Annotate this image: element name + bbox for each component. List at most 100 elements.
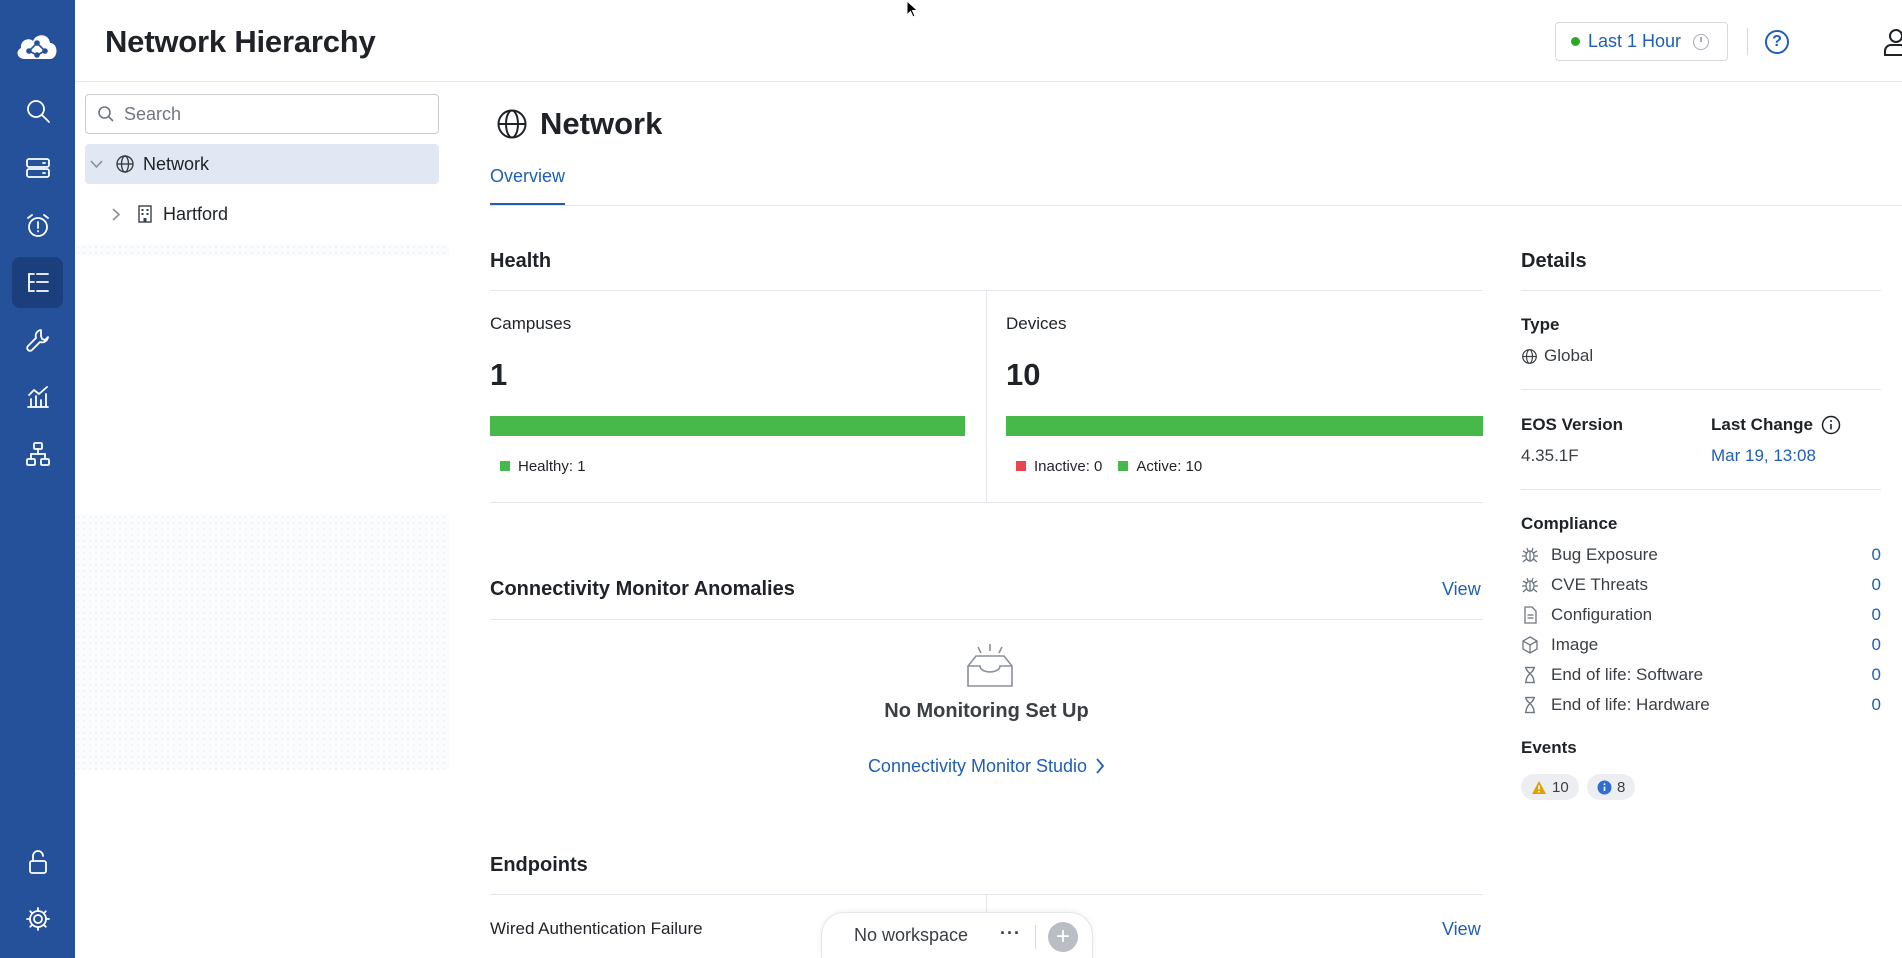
help-icon[interactable]: ? <box>1765 30 1789 54</box>
last-change-link[interactable]: Mar 19, 13:08 <box>1711 446 1816 466</box>
bug-icon <box>1522 577 1538 593</box>
file-icon <box>1524 606 1537 624</box>
devices-icon[interactable] <box>12 142 63 193</box>
legend-swatch <box>1118 461 1129 471</box>
connectivity-view-link[interactable]: View <box>1442 579 1481 600</box>
legend-label: Healthy: 1 <box>518 458 586 475</box>
time-range-label: Last 1 Hour <box>1588 31 1682 51</box>
user-icon[interactable] <box>1883 28 1902 56</box>
type-value-text: Global <box>1544 346 1594 365</box>
campuses-count: 1 <box>490 357 508 392</box>
compliance-label: Image <box>1551 635 1599 654</box>
campuses-bar <box>490 416 965 436</box>
compliance-count[interactable]: 0 <box>1872 605 1881 625</box>
compliance-row-configuration: Configuration 0 <box>1521 602 1881 628</box>
divider <box>490 502 1483 503</box>
hourglass-icon <box>1525 696 1535 714</box>
link-label: Connectivity Monitor Studio <box>867 756 1088 776</box>
endpoints-title: Endpoints <box>490 854 588 876</box>
endpoint-row-label: Wired Authentication Failure <box>490 919 703 938</box>
tree-search-input[interactable] <box>124 103 424 125</box>
workspace-bar: No workspace ··· + <box>821 912 1093 958</box>
logo-icon[interactable] <box>12 26 62 66</box>
chevron-right-icon[interactable] <box>105 207 127 221</box>
compliance-label: CVE Threats <box>1551 575 1649 594</box>
lock-icon[interactable] <box>12 836 63 887</box>
empty-inbox-icon <box>967 644 1013 687</box>
tree-node-network[interactable]: Network <box>85 144 439 184</box>
events-info-count: 8 <box>1617 778 1626 796</box>
gear-icon[interactable] <box>12 893 63 944</box>
divider <box>1521 489 1881 490</box>
compliance-count[interactable]: 0 <box>1872 695 1881 715</box>
clock-icon <box>1693 33 1710 50</box>
divider <box>490 619 1483 620</box>
main-content: Network Overview Health Campuses 1 Healt… <box>449 82 1902 958</box>
divider <box>1521 290 1881 291</box>
type-label: Type <box>1521 315 1560 334</box>
topology-icon[interactable] <box>12 428 63 479</box>
tree-row-pattern <box>75 244 449 256</box>
legend-swatch <box>500 461 510 471</box>
tree-node-label: Hartford <box>163 203 229 224</box>
legend-inactive: Inactive: 0 <box>1016 458 1102 475</box>
tree-node-label: Network <box>143 153 210 174</box>
connectivity-studio-link[interactable]: Connectivity Monitor Studio <box>490 756 1483 777</box>
compliance-label: Bug Exposure <box>1551 545 1658 564</box>
chevron-down-icon[interactable] <box>85 159 107 169</box>
empty-state-title: No Monitoring Set Up <box>884 700 1089 722</box>
entity-title-text: Network <box>540 106 663 141</box>
globe-icon <box>116 155 134 173</box>
search-icon[interactable] <box>12 85 63 136</box>
type-value: Global <box>1521 346 1593 366</box>
entity-title: Network <box>496 106 662 142</box>
wrench-icon[interactable] <box>12 314 63 365</box>
compliance-count[interactable]: 0 <box>1872 635 1881 655</box>
top-header: Network Hierarchy Last 1 Hour ? arista <box>75 0 1902 82</box>
bug-icon <box>1522 547 1538 563</box>
tab-overview[interactable]: Overview <box>490 164 566 206</box>
hierarchy-tree-panel: Network Hartford <box>75 82 449 958</box>
compliance-row-eol-hardware: End of life: Hardware 0 <box>1521 692 1881 718</box>
live-status-dot <box>1571 37 1580 46</box>
compliance-row-eol-software: End of life: Software 0 <box>1521 662 1881 688</box>
devices-label: Devices <box>1006 314 1067 333</box>
devices-bar <box>1006 416 1483 436</box>
compliance-count[interactable]: 0 <box>1872 545 1881 565</box>
header-divider <box>1747 28 1748 55</box>
globe-icon <box>1522 348 1537 364</box>
compliance-label: End of life: Software <box>1551 665 1704 684</box>
info-icon[interactable] <box>1821 415 1841 435</box>
events-warning-count: 10 <box>1552 778 1569 796</box>
legend-healthy: Healthy: 1 <box>500 458 586 475</box>
events-info-badge[interactable]: 8 <box>1587 774 1636 800</box>
events-warning-badge[interactable]: 10 <box>1521 774 1579 800</box>
tree-node-hartford[interactable]: Hartford <box>105 194 439 234</box>
time-range-button[interactable]: Last 1 Hour <box>1555 22 1728 61</box>
search-icon <box>98 106 114 122</box>
endpoints-view-link[interactable]: View <box>1442 919 1481 940</box>
campuses-label: Campuses <box>490 314 572 333</box>
workspace-label[interactable]: No workspace <box>854 925 968 946</box>
compliance-row-bug-exposure: Bug Exposure 0 <box>1521 542 1881 568</box>
nav-rail <box>0 0 75 958</box>
devices-count: 10 <box>1006 357 1041 392</box>
alarm-icon[interactable] <box>12 200 63 251</box>
eos-version-value: 4.35.1F <box>1521 446 1579 465</box>
more-icon[interactable]: ··· <box>1000 923 1021 944</box>
tree-search-field[interactable] <box>85 94 439 134</box>
divider <box>986 290 987 502</box>
compliance-label: End of life: Hardware <box>1551 695 1710 714</box>
tree-empty-pattern <box>75 514 449 770</box>
add-workspace-button[interactable]: + <box>1048 922 1078 952</box>
compliance-count[interactable]: 0 <box>1872 575 1881 595</box>
hourglass-icon <box>1525 666 1535 684</box>
mouse-cursor-icon <box>906 0 919 18</box>
hierarchy-icon[interactable] <box>12 257 63 308</box>
last-change-label: Last Change <box>1711 415 1841 435</box>
connectivity-title: Connectivity Monitor Anomalies <box>490 578 795 600</box>
chevron-right-icon <box>1096 758 1105 774</box>
compliance-count[interactable]: 0 <box>1872 665 1881 685</box>
dashboard-icon[interactable] <box>12 371 63 422</box>
compliance-label: Configuration <box>1551 605 1653 624</box>
